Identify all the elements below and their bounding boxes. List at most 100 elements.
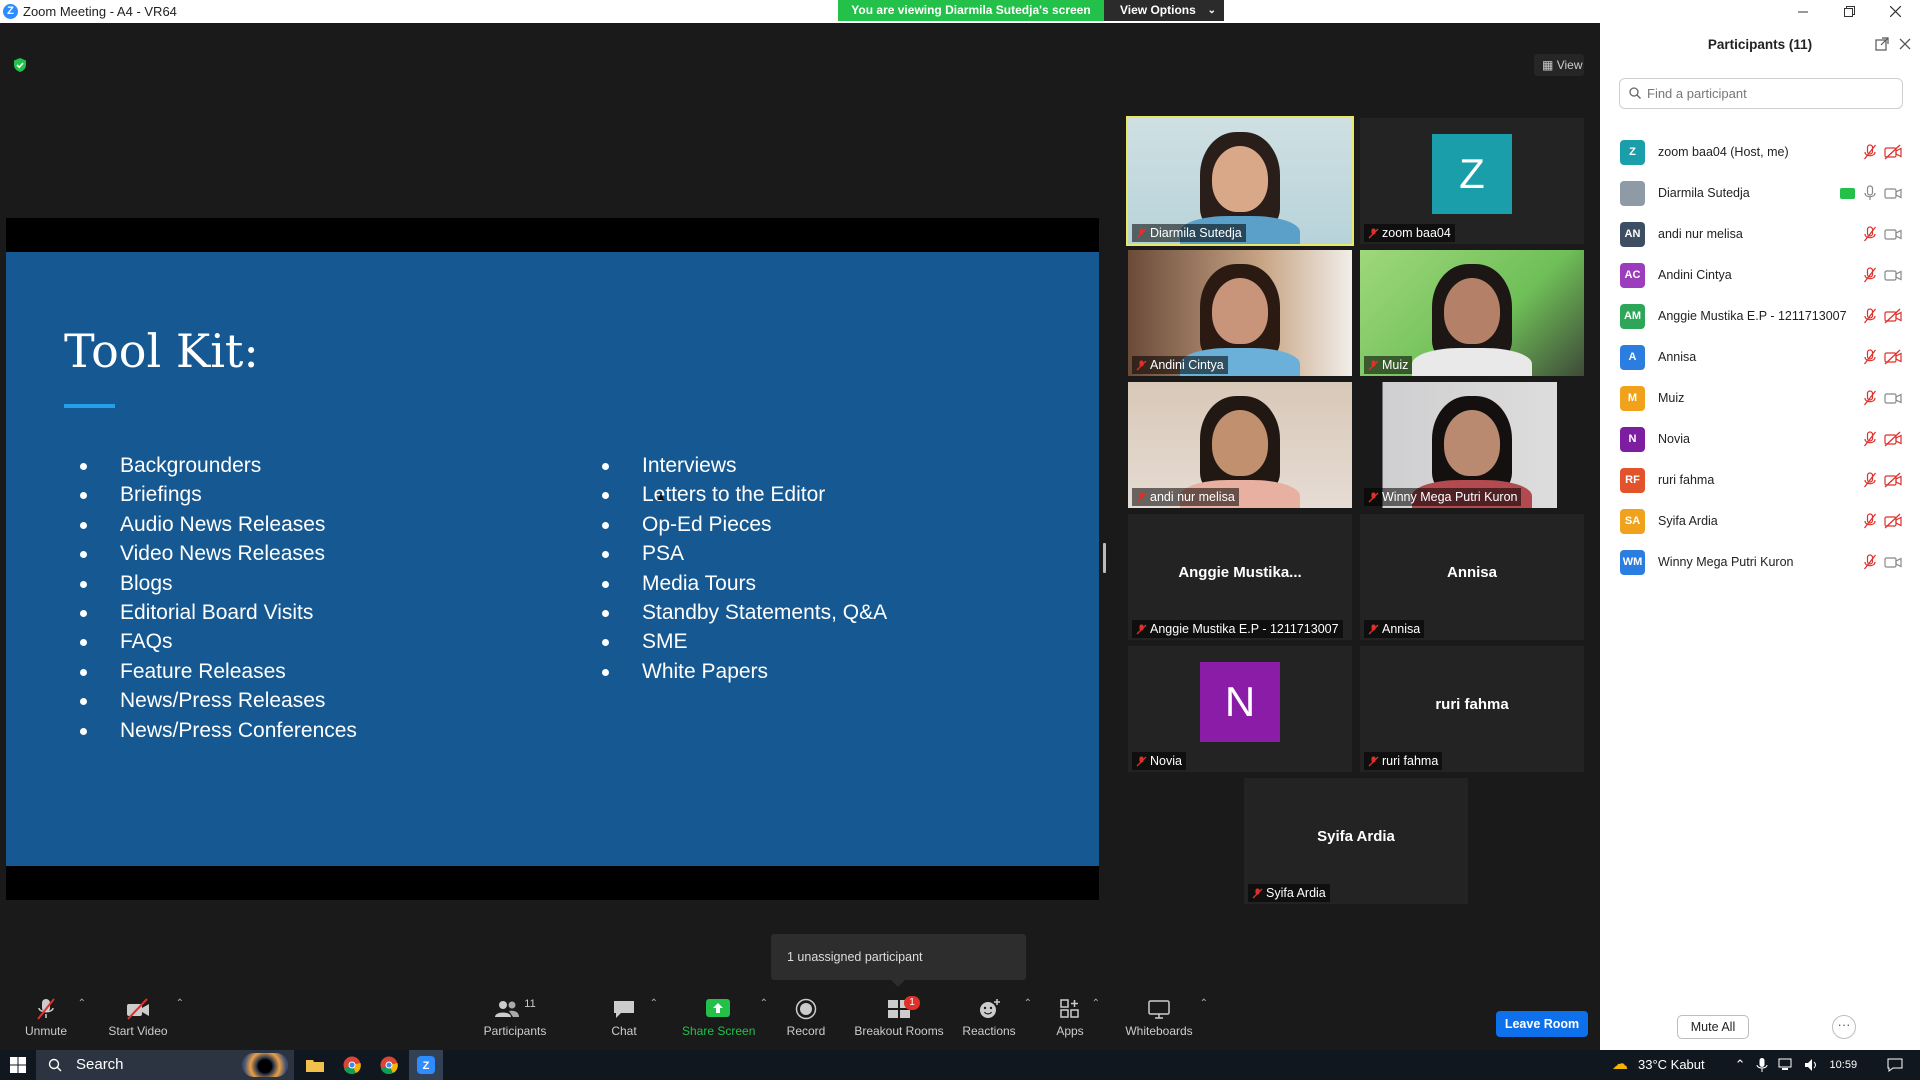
participants-label: Participants [483, 1024, 547, 1038]
muted-mic-icon[interactable] [1863, 267, 1877, 283]
video-tile[interactable]: Zzoom baa04 [1360, 118, 1584, 244]
video-tile[interactable]: Andini Cintya [1128, 250, 1352, 376]
close-window-button[interactable] [1872, 0, 1918, 23]
video-off-icon[interactable] [1884, 144, 1902, 160]
start-video-button[interactable]: Start Video ⌃ [108, 996, 184, 1038]
leave-room-button[interactable]: Leave Room [1496, 1011, 1588, 1037]
muted-mic-icon[interactable] [1863, 308, 1877, 324]
video-tile[interactable]: ruri fahma ruri fahma [1360, 646, 1584, 772]
video-off-icon[interactable] [1884, 308, 1902, 324]
participant-row[interactable]: AC Andini Cintya [1616, 254, 1916, 294]
video-tile[interactable]: N Novia [1128, 646, 1352, 772]
chrome-app-2[interactable] [372, 1050, 406, 1080]
file-explorer-app[interactable] [298, 1050, 332, 1080]
participants-button[interactable]: 11 Participants [482, 996, 548, 1038]
participant-row[interactable]: AN andi nur melisa [1616, 213, 1916, 253]
muted-mic-icon[interactable] [1863, 144, 1877, 160]
participant-row[interactable]: RF ruri fahma [1616, 459, 1916, 499]
split-resize-handle[interactable] [1103, 543, 1106, 573]
muted-mic-icon[interactable] [1863, 513, 1877, 529]
muted-mic-icon[interactable] [1863, 472, 1877, 488]
chat-options-caret-icon[interactable]: ⌃ [650, 998, 658, 1009]
record-button[interactable]: Record [786, 996, 826, 1038]
participant-row[interactable]: N Novia [1616, 418, 1916, 458]
chrome-icon [380, 1056, 398, 1074]
view-layout-button[interactable]: ▦ View [1534, 54, 1584, 76]
volume-icon[interactable] [1804, 1058, 1820, 1072]
video-off-icon[interactable] [1884, 431, 1902, 447]
find-participant-input[interactable]: Find a participant [1619, 78, 1903, 109]
participant-row[interactable]: SA Syifa Ardia [1616, 500, 1916, 540]
video-options-caret-icon[interactable]: ⌃ [176, 998, 184, 1009]
microphone-icon[interactable] [1756, 1058, 1768, 1072]
whiteboards-caret-icon[interactable]: ⌃ [1200, 998, 1208, 1009]
unmute-button[interactable]: Unmute ⌃ [20, 996, 86, 1038]
participant-avatar: AN [1620, 222, 1645, 247]
slide-list-item: Feature Releases [80, 657, 357, 686]
reactions-button[interactable]: Reactions ⌃ [962, 996, 1032, 1038]
muted-mic-icon [1136, 360, 1147, 371]
video-off-icon[interactable] [1884, 349, 1902, 365]
muted-mic-icon[interactable] [1863, 554, 1877, 570]
mic-on-icon[interactable] [1863, 185, 1877, 201]
share-screen-button[interactable]: Share Screen ⌃ [682, 996, 768, 1038]
chat-button[interactable]: Chat ⌃ [606, 996, 658, 1038]
video-on-icon[interactable] [1884, 390, 1902, 406]
weather-text[interactable]: 33°C Kabut [1638, 1050, 1705, 1080]
chrome-app[interactable] [335, 1050, 369, 1080]
participant-name: Winny Mega Putri Kuron [1658, 555, 1794, 569]
video-tile[interactable]: Winny Mega Putri Kuron [1360, 382, 1584, 508]
participant-face [1212, 278, 1268, 344]
breakout-rooms-button[interactable]: 1 Breakout Rooms [854, 996, 944, 1038]
apps-caret-icon[interactable]: ⌃ [1092, 998, 1100, 1009]
muted-mic-icon[interactable] [1863, 431, 1877, 447]
network-icon[interactable] [1778, 1058, 1794, 1072]
zoom-app[interactable]: Z [409, 1050, 443, 1080]
video-off-icon[interactable] [1884, 513, 1902, 529]
participant-row[interactable]: AM Anggie Mustika E.P - 1211713007 [1616, 295, 1916, 335]
video-on-icon[interactable] [1884, 226, 1902, 242]
participant-face [1444, 410, 1500, 476]
video-tile[interactable]: Muiz [1360, 250, 1584, 376]
participant-row[interactable]: WM Winny Mega Putri Kuron [1616, 541, 1916, 581]
apps-icon [1060, 999, 1079, 1018]
audio-options-caret-icon[interactable]: ⌃ [78, 998, 86, 1009]
muted-mic-icon [1252, 888, 1263, 899]
whiteboards-button[interactable]: Whiteboards ⌃ [1124, 996, 1208, 1038]
video-off-icon[interactable] [1884, 472, 1902, 488]
apps-button[interactable]: Apps ⌃ [1054, 996, 1100, 1038]
muted-mic-icon[interactable] [1863, 349, 1877, 365]
participant-row[interactable]: Diarmila Sutedja [1616, 172, 1916, 212]
clock-time[interactable]: 10:59 [1830, 1050, 1858, 1080]
video-tile[interactable]: andi nur melisa [1128, 382, 1352, 508]
notifications-icon[interactable] [1887, 1058, 1903, 1072]
more-options-button[interactable]: ··· [1832, 1015, 1856, 1039]
share-options-caret-icon[interactable]: ⌃ [760, 998, 768, 1009]
tile-name-label: zoom baa04 [1364, 224, 1455, 242]
minimize-button[interactable] [1780, 0, 1826, 23]
close-panel-icon[interactable] [1898, 37, 1912, 51]
video-tile[interactable]: Annisa Annisa [1360, 514, 1584, 640]
muted-mic-icon[interactable] [1863, 390, 1877, 406]
video-on-icon[interactable] [1884, 185, 1902, 201]
view-options-button[interactable]: View Options ⌄ [1104, 0, 1224, 21]
muted-mic-icon[interactable] [1863, 226, 1877, 242]
video-tile[interactable]: Diarmila Sutedja [1126, 116, 1354, 246]
video-tile[interactable]: Syifa Ardia Syifa Ardia [1244, 778, 1468, 904]
slide-list-item: Audio News Releases [80, 510, 357, 539]
participant-row[interactable]: Zzoom baa04 (Host, me) [1616, 131, 1916, 171]
participant-row[interactable]: M Muiz [1616, 377, 1916, 417]
tray-overflow-icon[interactable]: ⌃ [1735, 1050, 1746, 1080]
participant-row[interactable]: A Annisa [1616, 336, 1916, 376]
taskbar-search[interactable]: Search [36, 1050, 294, 1080]
tile-name-label: andi nur melisa [1132, 488, 1239, 506]
restore-button[interactable] [1826, 0, 1872, 23]
tile-name-text: Muiz [1382, 358, 1409, 372]
video-on-icon[interactable] [1884, 554, 1902, 570]
mute-all-button[interactable]: Mute All [1677, 1015, 1749, 1039]
video-on-icon[interactable] [1884, 267, 1902, 283]
start-button[interactable] [0, 1050, 36, 1080]
reactions-caret-icon[interactable]: ⌃ [1024, 998, 1032, 1009]
popout-icon[interactable] [1875, 37, 1889, 51]
video-tile[interactable]: Anggie Mustika... Anggie Mustika E.P - 12… [1128, 514, 1352, 640]
